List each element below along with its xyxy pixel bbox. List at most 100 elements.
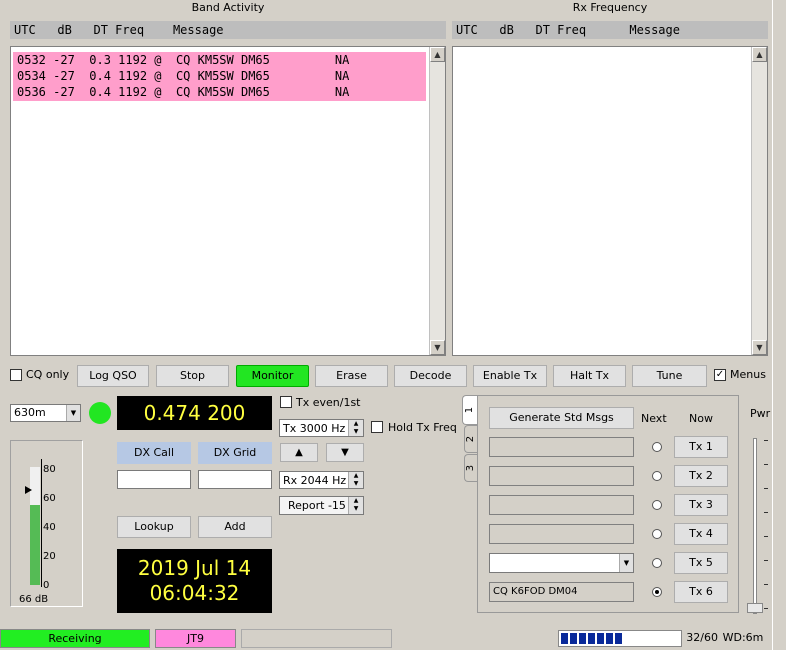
rx-frequency-title: Rx Frequency	[572, 1, 648, 14]
tx2-next-radio[interactable]	[652, 471, 662, 481]
meter-fill	[30, 505, 40, 585]
tab-3[interactable]: 3	[464, 454, 478, 482]
mode-status: JT9	[155, 629, 236, 648]
tune-button[interactable]: Tune	[632, 365, 707, 387]
dx-call-label: DX Call	[117, 442, 191, 464]
enable-tx-button[interactable]: Enable Tx	[473, 365, 547, 387]
cq-only-checkbox[interactable]	[10, 369, 22, 381]
meter-ticks: 80 60 40 20 0	[43, 463, 56, 593]
tx6-message[interactable]: CQ K6FOD DM04	[489, 582, 634, 602]
tx-freq-spinbox[interactable]: Tx 3000 Hz ▲ ▼	[279, 419, 364, 437]
tx5-next-radio[interactable]	[652, 558, 662, 568]
now-label: Now	[689, 412, 713, 425]
meter-db-readout: 66 dB	[19, 594, 49, 605]
scroll-down-icon[interactable]: ▼	[752, 340, 767, 355]
time-display: 06:04:32	[149, 581, 240, 605]
spin-arrows-icon[interactable]: ▲ ▼	[348, 472, 363, 488]
tx2-button[interactable]: Tx 2	[674, 465, 728, 487]
tx-even-checkbox[interactable]	[280, 396, 292, 408]
date-time-display: 2019 Jul 14 06:04:32	[117, 549, 272, 613]
rx-frequency-header: UTC dB DT Freq Message	[452, 21, 768, 39]
decode-button[interactable]: Decode	[394, 365, 467, 387]
scroll-up-icon[interactable]: ▲	[430, 47, 445, 62]
decode-row[interactable]: 0534 -27 0.4 1192 @ CQ KM5SW DM65 NA	[13, 68, 426, 84]
tx4-button[interactable]: Tx 4	[674, 523, 728, 545]
tx6-button[interactable]: Tx 6	[674, 581, 728, 603]
dx-call-input[interactable]	[117, 470, 191, 489]
status-extra	[241, 629, 392, 648]
status-indicator-icon	[89, 402, 111, 424]
period-progress	[558, 630, 682, 647]
hold-tx-freq-checkbox[interactable]	[371, 421, 383, 433]
peak-marker-icon	[25, 486, 32, 494]
tx2-message[interactable]	[489, 466, 634, 486]
erase-button[interactable]: Erase	[315, 365, 388, 387]
cq-only-label: CQ only	[26, 368, 70, 381]
chevron-down-icon[interactable]: ▼	[66, 405, 80, 421]
decode-row[interactable]: 0532 -27 0.3 1192 @ CQ KM5SW DM65 NA	[13, 52, 426, 68]
spin-arrows-icon[interactable]: ▲ ▼	[348, 497, 363, 514]
window-edge	[772, 0, 786, 650]
menus-checkbox[interactable]: ✓	[714, 369, 726, 381]
pwr-label: Pwr	[750, 407, 771, 420]
pwr-slider-track[interactable]	[753, 438, 757, 614]
chevron-down-icon[interactable]: ▼	[619, 554, 633, 572]
tx1-next-radio[interactable]	[652, 442, 662, 452]
meter-axis	[41, 459, 42, 587]
hold-tx-freq-label: Hold Tx Freq	[388, 421, 457, 434]
next-label: Next	[641, 412, 667, 425]
tx3-message[interactable]	[489, 495, 634, 515]
pwr-slider-ticks	[764, 440, 768, 612]
band-activity-header: UTC dB DT Freq Message	[10, 21, 446, 39]
tab-1[interactable]: 1	[462, 395, 478, 425]
halt-tx-button[interactable]: Halt Tx	[553, 365, 626, 387]
stop-button[interactable]: Stop	[156, 365, 229, 387]
pwr-slider-handle[interactable]	[747, 603, 763, 613]
tab-2[interactable]: 2	[464, 425, 478, 453]
band-select[interactable]: 630m ▼	[10, 404, 81, 422]
tx1-message[interactable]	[489, 437, 634, 457]
lookup-button[interactable]: Lookup	[117, 516, 191, 538]
up-arrow-button[interactable]: ▲	[280, 443, 318, 462]
meter-tick-label: 80	[43, 464, 56, 475]
rx-freq-value: Rx 2044 Hz	[283, 474, 347, 487]
tx5-message-select[interactable]: ▼	[489, 553, 634, 573]
band-select-value: 630m	[14, 406, 46, 419]
rx-frequency-scrollbar[interactable]: ▲ ▼	[751, 47, 767, 355]
scroll-down-icon[interactable]: ▼	[430, 340, 445, 355]
decode-highlight: 0532 -27 0.3 1192 @ CQ KM5SW DM65 NA 053…	[13, 52, 426, 101]
receiving-status: Receiving	[0, 629, 150, 648]
report-spinbox[interactable]: Report -15 ▲ ▼	[279, 496, 364, 515]
tx4-next-radio[interactable]	[652, 529, 662, 539]
log-qso-button[interactable]: Log QSO	[77, 365, 149, 387]
tx1-button[interactable]: Tx 1	[674, 436, 728, 458]
generate-std-msgs-button[interactable]: Generate Std Msgs	[489, 407, 634, 429]
dx-grid-input[interactable]	[198, 470, 272, 489]
down-arrow-button[interactable]: ▼	[326, 443, 364, 462]
add-button[interactable]: Add	[198, 516, 272, 538]
tx5-button[interactable]: Tx 5	[674, 552, 728, 574]
menus-label: Menus	[730, 368, 766, 381]
spin-arrows-icon[interactable]: ▲ ▼	[348, 420, 363, 436]
date-display: 2019 Jul 14	[137, 556, 252, 580]
tx3-next-radio[interactable]	[652, 500, 662, 510]
scroll-up-icon[interactable]: ▲	[752, 47, 767, 62]
tx3-button[interactable]: Tx 3	[674, 494, 728, 516]
frequency-display: 0.474 200	[117, 396, 272, 430]
rx-frequency-list[interactable]: ▲ ▼	[452, 46, 768, 356]
meter-tick-label: 20	[43, 551, 56, 562]
monitor-button[interactable]: Monitor	[236, 365, 309, 387]
tx-messages-panel: Generate Std Msgs Next Now ▼ CQ K6FOD DM…	[477, 395, 739, 613]
decode-row[interactable]: 0536 -27 0.4 1192 @ CQ KM5SW DM65 NA	[13, 84, 426, 100]
period-progress-text: 32/60	[686, 631, 718, 644]
dx-grid-label: DX Grid	[198, 442, 272, 464]
tx6-next-radio[interactable]	[652, 587, 662, 597]
tx4-message[interactable]	[489, 524, 634, 544]
rx-freq-spinbox[interactable]: Rx 2044 Hz ▲ ▼	[279, 471, 364, 489]
band-activity-list[interactable]: 0532 -27 0.3 1192 @ CQ KM5SW DM65 NA 053…	[10, 46, 446, 356]
meter-tick-label: 60	[43, 493, 56, 504]
band-activity-title: Band Activity	[191, 1, 265, 14]
report-value: Report -15	[288, 499, 346, 512]
band-activity-scrollbar[interactable]: ▲ ▼	[429, 47, 445, 355]
tx-even-label: Tx even/1st	[296, 396, 361, 409]
